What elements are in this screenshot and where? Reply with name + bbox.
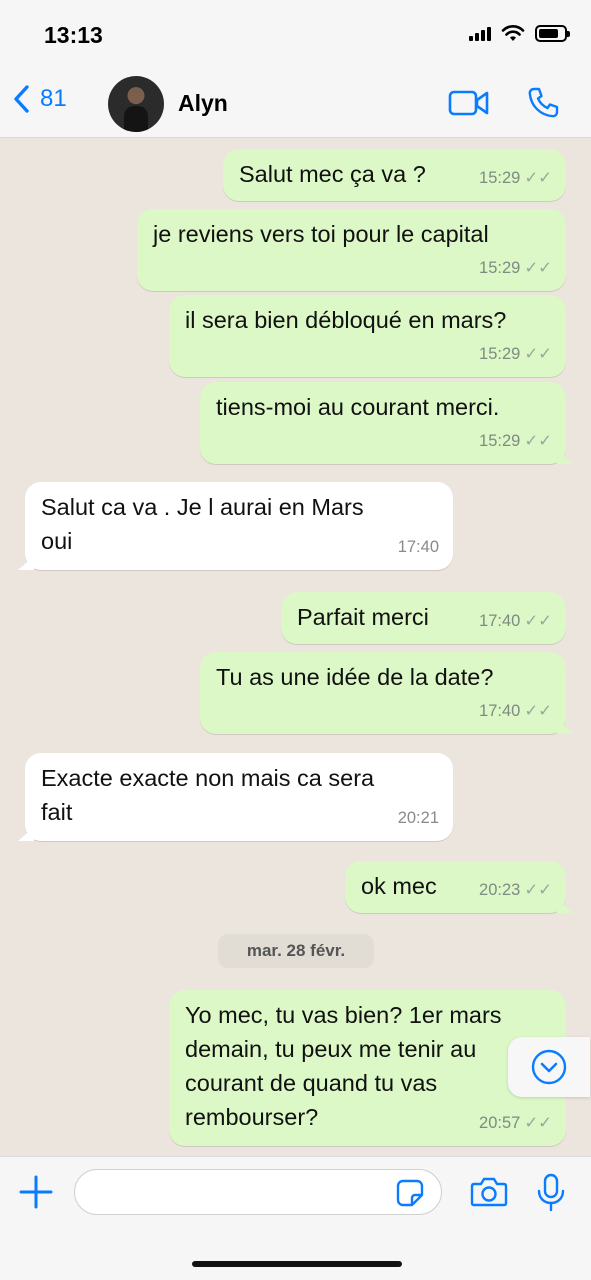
sticker-icon[interactable] — [396, 1179, 424, 1207]
double-check-icon: ✓✓ — [524, 612, 552, 630]
message-text: Salut ca va . Je l aurai en Mars oui — [41, 494, 364, 554]
message-text: Tu as une idée de la date? — [216, 664, 494, 690]
message-bubble-outgoing[interactable]: je reviens vers toi pour le capital 15:2… — [137, 209, 566, 291]
message-input[interactable] — [74, 1169, 442, 1215]
message-text: tiens-moi au courant merci. — [216, 394, 500, 420]
double-check-icon: ✓✓ — [524, 259, 552, 277]
message-text: Yo mec, tu vas bien? 1er mars demain, tu… — [185, 1002, 502, 1130]
message-text: Exacte exacte non mais ca sera fait — [41, 765, 375, 825]
message-text: ok mec — [361, 873, 437, 899]
double-check-icon: ✓✓ — [524, 345, 552, 363]
message-time: 20:21 — [397, 809, 439, 827]
message-bubble-outgoing[interactable]: Salut mec ça va ? 15:29 ✓✓ — [223, 149, 566, 201]
message-time: 15:29 — [479, 259, 521, 277]
double-check-icon: ✓✓ — [524, 1114, 552, 1132]
camera-icon[interactable] — [470, 1175, 508, 1209]
message-time: 17:40 — [397, 538, 439, 556]
video-call-icon[interactable] — [448, 88, 490, 118]
message-text: je reviens vers toi pour le capital — [153, 221, 489, 247]
message-composer — [0, 1156, 591, 1280]
chevron-down-circle-icon — [531, 1049, 567, 1085]
chat-header: 81 Alyn — [0, 70, 591, 138]
message-time: 20:23 — [479, 881, 521, 899]
double-check-icon: ✓✓ — [524, 702, 552, 720]
message-text: Parfait merci — [297, 604, 429, 630]
date-separator: mar. 28 févr. — [218, 934, 374, 968]
message-bubble-outgoing[interactable]: Yo mec, tu vas bien? 1er mars demain, tu… — [169, 990, 566, 1146]
phone-call-icon[interactable] — [526, 86, 560, 120]
wifi-icon — [501, 25, 525, 41]
message-bubble-incoming[interactable]: Salut ca va . Je l aurai en Mars oui 17:… — [25, 482, 453, 570]
message-text: il sera bien débloqué en mars? — [185, 307, 507, 333]
back-button[interactable]: 81 — [12, 84, 67, 114]
message-time: 15:29 — [479, 432, 521, 450]
status-bar: 13:13 — [0, 0, 591, 70]
message-list[interactable]: Salut mec ça va ? 15:29 ✓✓ je reviens ver… — [0, 139, 591, 1156]
message-bubble-outgoing[interactable]: tiens-moi au courant merci. 15:29 ✓✓ — [200, 382, 566, 464]
plus-icon[interactable] — [18, 1174, 54, 1210]
message-bubble-outgoing[interactable]: Tu as une idée de la date? 17:40 ✓✓ — [200, 652, 566, 734]
message-bubble-outgoing[interactable]: il sera bien débloqué en mars? 15:29 ✓✓ — [169, 295, 566, 377]
message-time: 17:40 — [479, 702, 521, 720]
contact-name[interactable]: Alyn — [178, 90, 228, 117]
home-indicator — [192, 1261, 402, 1267]
message-bubble-outgoing[interactable]: Parfait merci 17:40 ✓✓ — [281, 592, 566, 644]
chevron-left-icon — [14, 85, 29, 113]
message-bubble-outgoing[interactable]: ok mec 20:23 ✓✓ — [345, 861, 566, 913]
cellular-signal-icon — [469, 25, 491, 41]
message-time: 15:29 — [479, 169, 521, 187]
double-check-icon: ✓✓ — [524, 169, 552, 187]
status-time: 13:13 — [44, 22, 103, 48]
double-check-icon: ✓✓ — [524, 881, 552, 899]
message-bubble-incoming[interactable]: Exacte exacte non mais ca sera fait 20:2… — [25, 753, 453, 841]
message-text: Salut mec ça va ? — [239, 161, 426, 187]
avatar[interactable] — [108, 76, 164, 132]
message-time: 17:40 — [479, 612, 521, 630]
unread-count: 81 — [40, 85, 67, 112]
battery-icon — [535, 24, 570, 42]
message-time: 15:29 — [479, 345, 521, 363]
message-time: 20:57 — [479, 1114, 521, 1132]
scroll-to-bottom-button[interactable] — [508, 1037, 590, 1097]
microphone-icon[interactable] — [536, 1173, 566, 1213]
double-check-icon: ✓✓ — [524, 432, 552, 450]
